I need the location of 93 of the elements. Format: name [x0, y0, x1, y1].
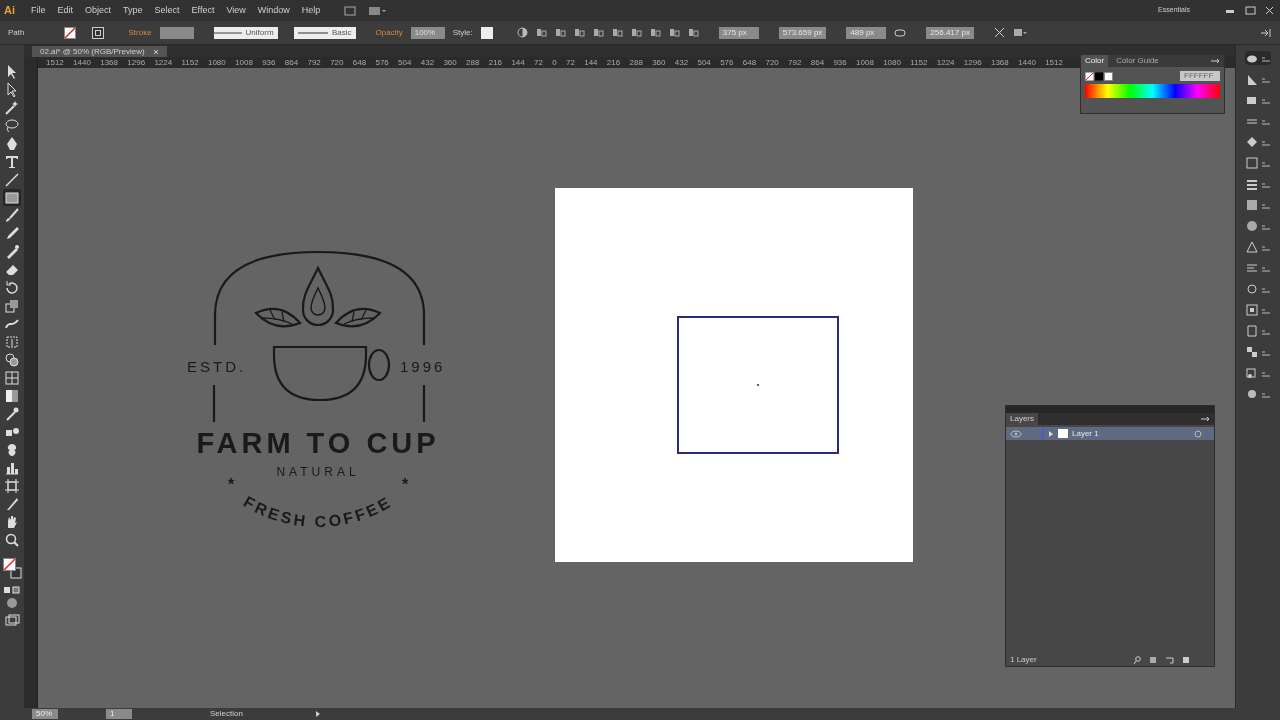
panel-menu-icon[interactable]: [1260, 27, 1272, 38]
panel-icon[interactable]: [1245, 51, 1271, 65]
panel-icon[interactable]: [1245, 240, 1271, 254]
menu-item[interactable]: Edit: [57, 3, 74, 18]
recolor-icon[interactable]: [516, 27, 528, 38]
type-icon[interactable]: [3, 153, 21, 170]
search-icon[interactable]: [1133, 655, 1141, 664]
star-mark: *: [228, 476, 235, 493]
brush-icon[interactable]: [3, 207, 21, 224]
eye-icon[interactable]: [1010, 429, 1022, 438]
align-icon[interactable]: [573, 27, 585, 38]
panel-menu-icon[interactable]: [1200, 416, 1210, 422]
panel-icon[interactable]: [1245, 366, 1271, 380]
brush-dropdown[interactable]: Basic: [293, 26, 356, 39]
menu-item[interactable]: Effect: [191, 3, 215, 18]
panel-icon[interactable]: [1245, 387, 1271, 401]
align-icon[interactable]: [668, 27, 680, 38]
align-icon[interactable]: [630, 27, 642, 38]
menu-item[interactable]: File: [31, 3, 46, 18]
stroke-swatch-icon[interactable]: [92, 26, 105, 39]
stroke-label[interactable]: Stroke: [128, 26, 152, 39]
scale-icon[interactable]: [3, 297, 21, 314]
menu-item[interactable]: Window: [257, 3, 290, 18]
rectangle-icon[interactable]: [3, 189, 21, 206]
document-title: 02.ai* @ 50% (RGB/Preview): [40, 47, 145, 56]
selection-label: Path: [8, 26, 25, 39]
swatch-icon[interactable]: [1085, 71, 1113, 81]
zoom-icon[interactable]: [3, 531, 21, 548]
mask-icon[interactable]: [1149, 655, 1157, 664]
gradient-icon[interactable]: [3, 387, 21, 404]
subtitle-text: NATURAL: [276, 465, 360, 479]
panel-icon[interactable]: [1245, 177, 1271, 191]
play-icon[interactable]: [314, 711, 321, 717]
app-logo: Ai: [4, 3, 15, 19]
star-mark: *: [402, 476, 409, 493]
panel-icon[interactable]: [1245, 303, 1271, 317]
rotate-icon[interactable]: [3, 279, 21, 296]
screen-mode-icon[interactable]: [3, 612, 21, 628]
panel-icon[interactable]: [1245, 282, 1271, 296]
new-layer-icon[interactable]: [1182, 655, 1190, 664]
style-label: Style:: [452, 26, 473, 39]
align-icon[interactable]: [554, 27, 566, 38]
menu-item[interactable]: Help: [301, 3, 321, 18]
options-icon[interactable]: [1012, 27, 1027, 38]
align-icon[interactable]: [649, 27, 661, 38]
color-spectrum[interactable]: [1085, 84, 1220, 98]
align-icon[interactable]: [687, 27, 699, 38]
expand-icon[interactable]: [1048, 430, 1054, 437]
align-icon[interactable]: [535, 27, 547, 38]
established-text: ESTD.: [187, 358, 247, 375]
layer-row[interactable]: Layer 1: [1006, 427, 1214, 440]
layer-thumbnail: [1058, 429, 1068, 438]
panel-icon[interactable]: [1245, 345, 1271, 359]
menu-item[interactable]: View: [226, 3, 246, 18]
menu-item[interactable]: Type: [123, 3, 143, 18]
sublayer-icon[interactable]: [1165, 655, 1174, 664]
artboard-icon[interactable]: [3, 477, 21, 494]
lasso-icon[interactable]: [3, 117, 21, 134]
panel-icon[interactable]: [1245, 198, 1271, 212]
opacity-label[interactable]: Opacity: [375, 26, 403, 39]
close-icon[interactable]: [152, 48, 159, 55]
style-swatch[interactable]: [480, 26, 493, 39]
panel-icon[interactable]: [1245, 219, 1271, 233]
shapes-icon[interactable]: [3, 351, 21, 368]
arrange-icon[interactable]: [368, 5, 387, 16]
status-text[interactable]: Selection: [210, 710, 243, 718]
profile-dropdown[interactable]: Uniform: [213, 26, 278, 39]
mesh-icon[interactable]: [3, 369, 21, 386]
layer-count: 1 Layer: [1010, 655, 1037, 664]
panel-menu-icon[interactable]: [1210, 58, 1220, 64]
transform-icon[interactable]: [3, 333, 21, 350]
brand-name: FARM TO CUP: [196, 427, 440, 459]
panel-tab[interactable]: Color: [1081, 55, 1109, 67]
menu-item[interactable]: Select: [154, 3, 180, 18]
align-icon[interactable]: [611, 27, 623, 38]
align-icon[interactable]: [592, 27, 604, 38]
fill-swatch-icon[interactable]: [64, 26, 77, 39]
menu-item[interactable]: Object: [85, 3, 112, 18]
target-icon[interactable]: [1194, 429, 1202, 438]
document-tab[interactable]: 02.ai* @ 50% (RGB/Preview): [32, 46, 167, 57]
fill-stroke-icon[interactable]: [2, 557, 22, 581]
panel-icon[interactable]: [1245, 135, 1271, 149]
transform-icon[interactable]: [993, 27, 1005, 38]
color-mode-icon[interactable]: [3, 586, 21, 594]
year-text: 1996: [400, 358, 446, 375]
stroke-weight-field[interactable]: [159, 26, 194, 39]
window-icon[interactable]: [344, 5, 357, 16]
layer-name[interactable]: Layer 1: [1072, 429, 1099, 438]
panel-tab[interactable]: Layers: [1006, 413, 1038, 425]
panel-tab[interactable]: Color Guide: [1112, 55, 1163, 67]
line-icon[interactable]: [3, 171, 21, 188]
hex-field[interactable]: FFFFFF: [1180, 71, 1220, 81]
link-icon[interactable]: [894, 27, 907, 38]
